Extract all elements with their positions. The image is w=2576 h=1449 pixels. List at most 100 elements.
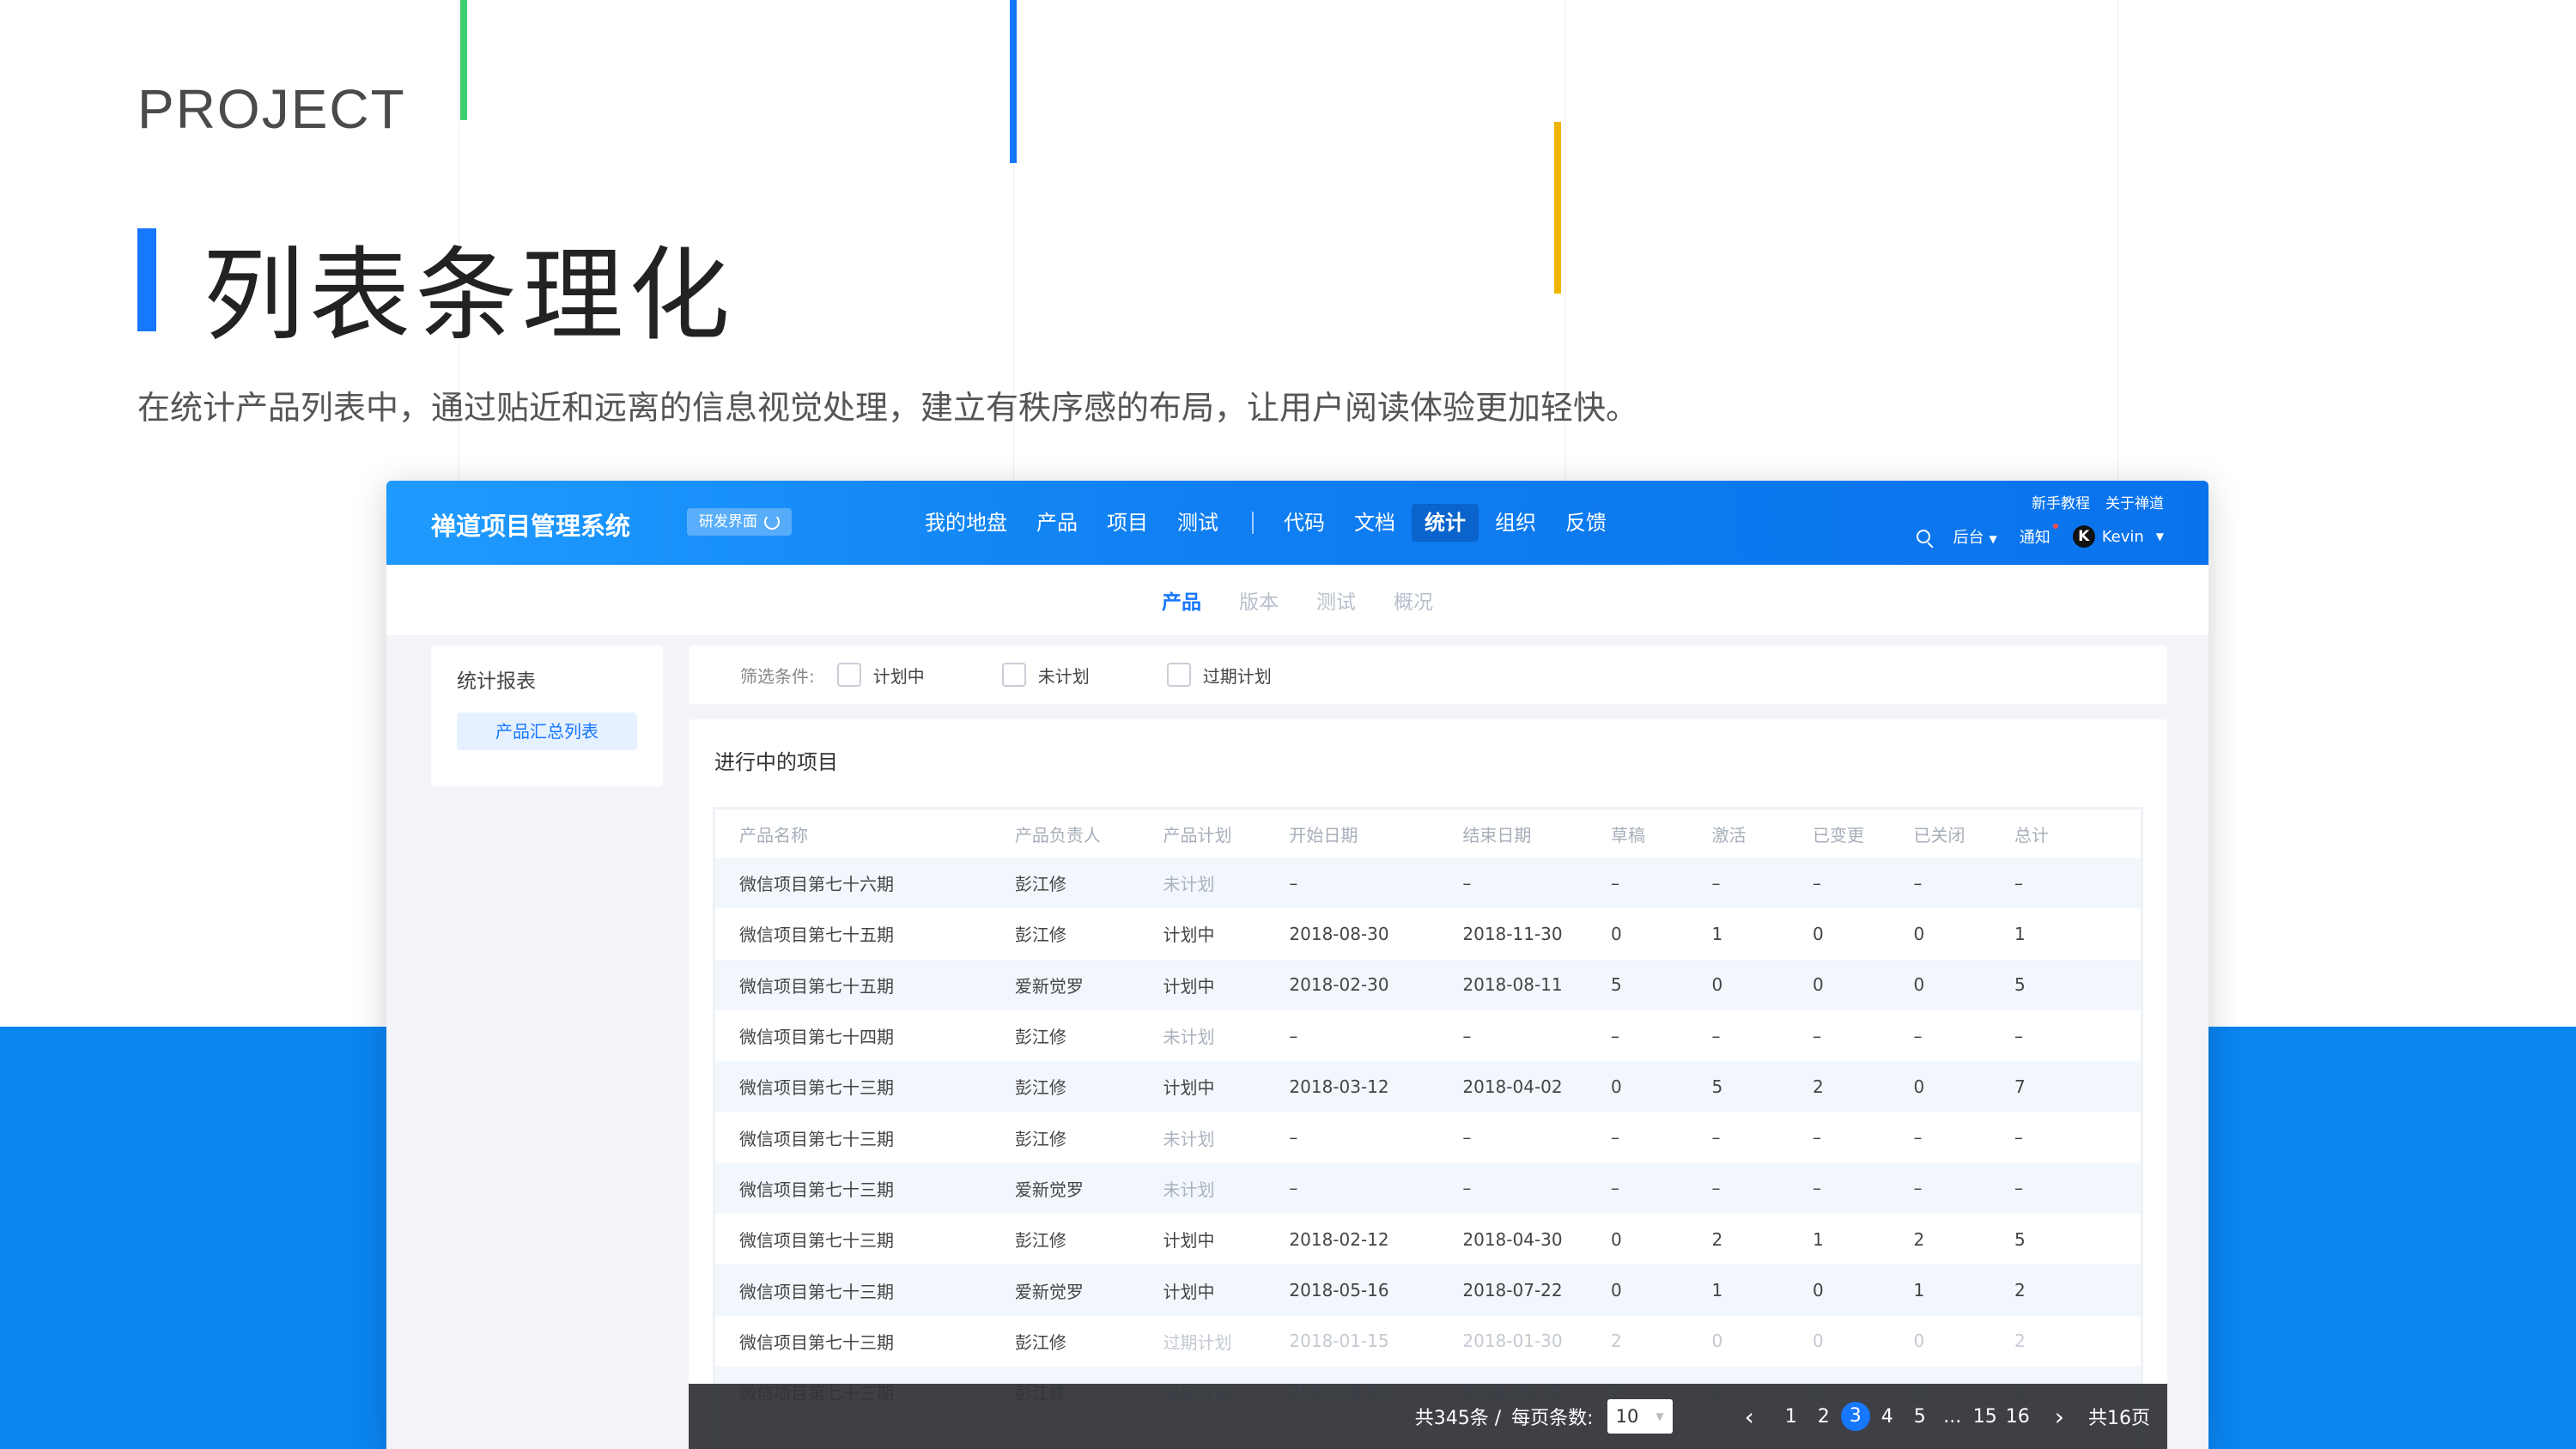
table-row[interactable]: 微信项目第七十三期 爱新觉罗 计划中 2018-05-16 2018-07-22 0 1 0 1… xyxy=(715,1264,2141,1316)
cell-total: – xyxy=(2014,1025,2024,1046)
table-row[interactable]: 微信项目第七十四期 彭江修 未计划 – – – – – – – xyxy=(715,1009,2141,1062)
col-header-start[interactable]: 开始日期 xyxy=(1289,809,1463,858)
tutorial-link[interactable]: 新手教程 xyxy=(2032,491,2090,512)
cell-active: – xyxy=(1711,872,1721,894)
col-header-active[interactable]: 激活 xyxy=(1711,809,1814,858)
table-row[interactable]: 微信项目第七十三期 彭江修 计划中 2018-02-12 2018-04-30 0 2 1 2 5 xyxy=(715,1214,2141,1265)
about-link[interactable]: 关于禅道 xyxy=(2105,491,2164,512)
next-page-icon[interactable]: › xyxy=(2055,1403,2064,1431)
col-header-end[interactable]: 结束日期 xyxy=(1462,809,1611,858)
subnav-tab-product[interactable]: 产品 xyxy=(1162,585,1201,615)
table-row[interactable]: 微信项目第七十三期 彭江修 计划中 2018-03-12 2018-04-02 0 5 2 0 7 xyxy=(715,1061,2141,1113)
caret-down-icon: ▼ xyxy=(2155,530,2164,543)
cell-total: – xyxy=(2014,1127,2024,1149)
subnav-tab-release[interactable]: 版本 xyxy=(1239,585,1279,615)
sub-nav: 产品 版本 测试 概况 xyxy=(386,565,2208,635)
cell-changed: – xyxy=(1813,1127,1822,1149)
cell-name: 微信项目第七十三期 xyxy=(739,1179,894,1200)
checkbox[interactable] xyxy=(1166,663,1191,687)
panel-title: 进行中的项目 xyxy=(714,750,838,774)
page-link-current[interactable]: 3 xyxy=(1840,1402,1870,1431)
nav-item-stats[interactable]: 统计 xyxy=(1412,504,1479,542)
cell-active: – xyxy=(1711,1178,1721,1199)
col-header-name[interactable]: 产品名称 xyxy=(715,809,1015,858)
col-header-draft[interactable]: 草稿 xyxy=(1610,809,1712,858)
nav-item-feedback[interactable]: 反馈 xyxy=(1552,504,1619,542)
cell-plan: 计划中 xyxy=(1163,975,1215,997)
table-row[interactable]: 微信项目第七十三期 爱新觉罗 未计划 – – – – – – – xyxy=(715,1162,2141,1215)
page-link[interactable]: 4 xyxy=(1872,1406,1903,1428)
cell-name: 微信项目第七十五期 xyxy=(739,925,894,946)
filter-option-unplanned[interactable]: 未计划 xyxy=(1001,663,1090,688)
nav-item-org[interactable]: 组织 xyxy=(1482,504,1549,542)
nav-item-my[interactable]: 我的地盘 xyxy=(912,504,1020,542)
backend-label: 后台 xyxy=(1953,529,1984,547)
table-row[interactable]: 微信项目第七十六期 彭江修 未计划 – – – – – – – xyxy=(715,858,2141,909)
app-title[interactable]: 禅道项目管理系统 xyxy=(431,506,630,543)
nav-item-test[interactable]: 测试 xyxy=(1164,504,1231,542)
checkbox[interactable] xyxy=(836,663,861,687)
page-size-select[interactable]: 10 ▼ xyxy=(1607,1399,1673,1434)
col-header-plan[interactable]: 产品计划 xyxy=(1163,809,1290,858)
filter-option-label: 未计划 xyxy=(1037,665,1090,687)
cell-total: 7 xyxy=(2014,1076,2026,1097)
cell-draft: 0 xyxy=(1610,1280,1622,1301)
cell-end: – xyxy=(1462,1178,1472,1199)
cell-closed: 1 xyxy=(1913,1280,1925,1301)
table-row[interactable]: 微信项目第七十三期 彭江修 过期计划 2018-01-15 2018-01-30 2 0 0 0… xyxy=(715,1315,2141,1367)
filter-option-label: 计划中 xyxy=(872,665,925,687)
cell-end: 2018-01-30 xyxy=(1462,1331,1563,1352)
cell-owner: 彭江修 xyxy=(1014,874,1066,895)
cell-total: – xyxy=(2014,872,2024,894)
col-header-changed[interactable]: 已变更 xyxy=(1813,809,1914,858)
cell-plan: 计划中 xyxy=(1163,1230,1215,1252)
cell-active: 2 xyxy=(1711,1228,1723,1250)
cell-total: 2 xyxy=(2014,1331,2026,1352)
cell-plan: 未计划 xyxy=(1163,1179,1215,1200)
sidebar-item-product-summary[interactable]: 产品汇总列表 xyxy=(457,712,637,750)
main-nav: 我的地盘 产品 项目 测试 代码 文档 统计 组织 反馈 xyxy=(912,501,1623,544)
cell-start: – xyxy=(1289,1178,1298,1199)
col-header-closed[interactable]: 已关闭 xyxy=(1913,809,2015,858)
table-row[interactable]: 微信项目第七十五期 彭江修 计划中 2018-08-30 2018-11-30 0 1 0 0 1 xyxy=(715,908,2141,960)
nav-item-product[interactable]: 产品 xyxy=(1024,504,1091,542)
page-link[interactable]: 2 xyxy=(1808,1406,1839,1428)
user-menu[interactable]: K Kevin ▼ xyxy=(2072,525,2164,548)
notice-link[interactable]: 通知 xyxy=(2020,524,2058,548)
cell-plan: 计划中 xyxy=(1163,1281,1215,1302)
cell-owner: 彭江修 xyxy=(1014,1077,1066,1099)
backend-menu[interactable]: 后台 ▼ xyxy=(1953,525,1996,548)
col-header-total[interactable]: 总计 xyxy=(2014,809,2141,858)
page-ellipsis: ... xyxy=(1943,1405,1962,1428)
prev-page-icon[interactable]: ‹ xyxy=(1745,1403,1754,1431)
title-accent-bar xyxy=(137,228,156,331)
sidebar: 统计报表 产品汇总列表 xyxy=(431,646,663,786)
page-link[interactable]: 15 xyxy=(1970,1406,2001,1428)
subnav-tab-overview[interactable]: 概况 xyxy=(1394,585,1433,615)
top-navbar: 禅道项目管理系统 研发界面 我的地盘 产品 项目 测试 代码 文档 统计 组织 … xyxy=(386,481,2208,565)
cell-start: 2018-03-12 xyxy=(1289,1076,1389,1097)
cell-plan: 未计划 xyxy=(1163,874,1215,895)
cell-changed: – xyxy=(1813,1025,1822,1046)
search-icon[interactable] xyxy=(1917,530,1931,543)
col-header-owner[interactable]: 产品负责人 xyxy=(1014,809,1163,858)
cell-total: – xyxy=(2014,1178,2024,1199)
cell-total: 5 xyxy=(2014,974,2026,996)
checkbox[interactable] xyxy=(1001,663,1026,687)
cell-closed: – xyxy=(1913,1127,1923,1149)
filter-option-planned[interactable]: 计划中 xyxy=(836,663,925,688)
page-link[interactable]: 5 xyxy=(1905,1406,1935,1428)
page-link[interactable]: 1 xyxy=(1776,1406,1807,1428)
filter-option-expired[interactable]: 过期计划 xyxy=(1166,663,1272,688)
env-switch-badge[interactable]: 研发界面 xyxy=(687,508,792,536)
subnav-tab-test[interactable]: 测试 xyxy=(1316,585,1356,615)
nav-item-code[interactable]: 代码 xyxy=(1271,504,1338,542)
nav-item-docs[interactable]: 文档 xyxy=(1341,504,1408,542)
cell-changed: 0 xyxy=(1813,1331,1824,1352)
table-row[interactable]: 微信项目第七十三期 彭江修 未计划 – – – – – – – xyxy=(715,1112,2141,1163)
page-link[interactable]: 16 xyxy=(2002,1406,2033,1428)
cell-owner: 彭江修 xyxy=(1014,1230,1066,1252)
table-row[interactable]: 微信项目第七十五期 爱新觉罗 计划中 2018-02-30 2018-08-11 5 0 0 0… xyxy=(715,959,2141,1010)
nav-item-project[interactable]: 项目 xyxy=(1094,504,1161,542)
cell-start: 2018-02-30 xyxy=(1289,974,1389,996)
